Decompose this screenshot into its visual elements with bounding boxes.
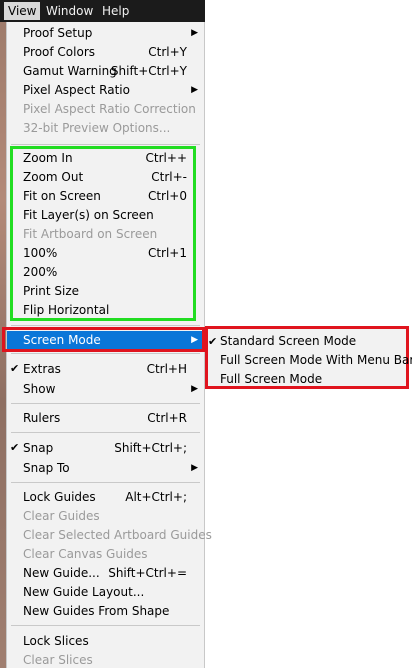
submenu-item-label: Full Screen Mode With Menu Bar [220, 353, 412, 367]
menu-item-shortcut: Shift+Ctrl+; [114, 441, 187, 455]
submenu-item-full-screen-mode[interactable]: Full Screen Mode [208, 370, 406, 389]
menu-item-new-guides-from-shape[interactable]: New Guides From Shape [7, 602, 204, 620]
menu-item-label: Show [23, 382, 56, 396]
checkmark-icon: ✔ [10, 441, 20, 454]
zoom-options-highlight-box [10, 146, 196, 321]
menu-item-label: Clear Canvas Guides [23, 547, 148, 561]
submenu-arrow-icon: ▶ [191, 28, 198, 38]
menu-separator [11, 403, 200, 404]
menu-item-pixel-aspect-ratio-correction[interactable]: Pixel Aspect Ratio Correction [7, 100, 204, 118]
submenu-arrow-icon: ▶ [191, 85, 198, 95]
menu-bar: View Window Help [0, 0, 205, 22]
menu-separator [11, 144, 200, 145]
menu-item-label: Gamut Warning [23, 64, 117, 78]
menu-separator [11, 625, 200, 626]
menu-item-new-guide-layout[interactable]: New Guide Layout... [7, 583, 204, 601]
menu-item-clear-slices[interactable]: Clear Slices [7, 651, 204, 669]
menu-item-shortcut: Shift+Ctrl+= [108, 566, 187, 580]
menu-item-label: New Guides From Shape [23, 604, 170, 618]
menu-item-label: Pixel Aspect Ratio [23, 83, 130, 97]
menu-window[interactable]: Window [42, 2, 97, 20]
submenu-item-full-screen-mode-with-menu-bar[interactable]: Full Screen Mode With Menu Bar [208, 351, 412, 370]
menu-item-show[interactable]: Show ▶ [7, 380, 204, 398]
submenu-arrow-icon: ▶ [191, 384, 198, 394]
submenu-item-label: Standard Screen Mode [220, 334, 357, 348]
menu-item-label: Snap To [23, 461, 70, 475]
menu-item-snap-to[interactable]: Snap To ▶ [7, 459, 204, 477]
menu-item-label: Clear Guides [23, 509, 100, 523]
checkmark-icon: ✔ [10, 362, 20, 375]
menu-item-label: New Guide... [23, 566, 100, 580]
menu-item-32-bit-preview-options[interactable]: 32-bit Preview Options... [7, 119, 204, 137]
submenu-arrow-icon: ▶ [191, 463, 198, 473]
menu-separator [11, 432, 200, 433]
menu-item-proof-setup[interactable]: Proof Setup ▶ [7, 24, 204, 42]
menu-item-lock-guides[interactable]: Lock Guides Alt+Ctrl+; [7, 488, 204, 506]
menu-item-snap[interactable]: ✔ Snap Shift+Ctrl+; [7, 439, 204, 457]
menu-item-clear-canvas-guides[interactable]: Clear Canvas Guides [7, 545, 204, 563]
menu-separator [11, 325, 200, 326]
submenu-item-label: Full Screen Mode [220, 372, 323, 386]
menu-item-label: Extras [23, 362, 61, 376]
menu-separator [11, 482, 200, 483]
menu-help[interactable]: Help [98, 2, 133, 20]
menu-item-label: New Guide Layout... [23, 585, 145, 599]
submenu-item-standard-screen-mode[interactable]: ✔ Standard Screen Mode [208, 332, 406, 351]
menu-item-label: Clear Slices [23, 653, 93, 667]
menu-item-clear-selected-artboard-guides[interactable]: Clear Selected Artboard Guides [7, 526, 212, 544]
menu-item-label: Proof Colors [23, 45, 95, 59]
menu-item-shortcut: Ctrl+H [146, 362, 187, 376]
menu-item-shortcut: Ctrl+Y [148, 45, 187, 59]
menu-item-label: Proof Setup [23, 26, 93, 40]
menu-item-shortcut: Shift+Ctrl+Y [110, 64, 187, 78]
menu-item-gamut-warning[interactable]: Gamut Warning Shift+Ctrl+Y [7, 62, 204, 80]
menu-item-pixel-aspect-ratio[interactable]: Pixel Aspect Ratio ▶ [7, 81, 204, 99]
menu-item-label: Rulers [23, 411, 61, 425]
menu-item-label: 32-bit Preview Options... [23, 121, 171, 135]
menu-item-label: Clear Selected Artboard Guides [23, 528, 212, 542]
checkmark-icon: ✔ [208, 335, 218, 348]
menu-item-proof-colors[interactable]: Proof Colors Ctrl+Y [7, 43, 204, 61]
menu-view[interactable]: View [4, 2, 41, 20]
screen-mode-submenu: ✔ Standard Screen Mode Full Screen Mode Wi… [205, 326, 412, 389]
menu-item-shortcut: Alt+Ctrl+; [125, 490, 187, 504]
menu-item-label: Lock Guides [23, 490, 96, 504]
menu-item-label: Lock Slices [23, 634, 89, 648]
menu-item-label: Snap [23, 441, 54, 455]
menu-separator [11, 353, 200, 354]
menu-item-shortcut: Ctrl+R [147, 411, 187, 425]
screen-mode-highlight-box [2, 327, 205, 352]
menu-item-lock-slices[interactable]: Lock Slices [7, 632, 204, 650]
menu-item-extras[interactable]: ✔ Extras Ctrl+H [7, 360, 204, 378]
menu-item-new-guide[interactable]: New Guide... Shift+Ctrl+= [7, 564, 204, 582]
menu-item-label: Pixel Aspect Ratio Correction [23, 102, 196, 116]
menu-item-rulers[interactable]: Rulers Ctrl+R [7, 409, 204, 427]
menu-item-clear-guides[interactable]: Clear Guides [7, 507, 204, 525]
